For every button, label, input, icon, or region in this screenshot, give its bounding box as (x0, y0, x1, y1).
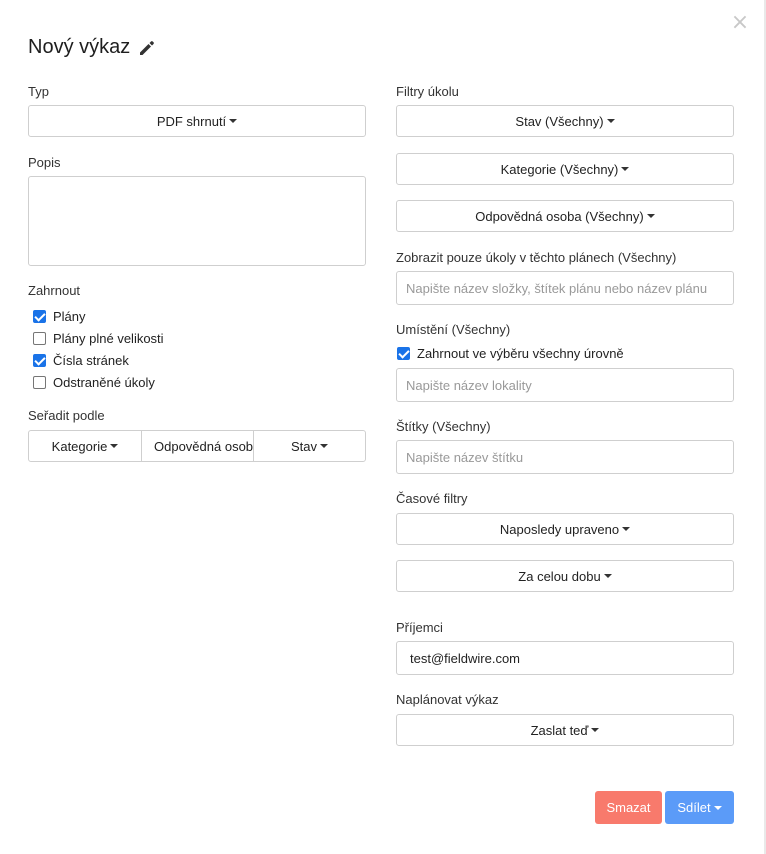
location-input[interactable]: Napište název lokality (396, 368, 734, 402)
task-filters-label: Filtry úkolu (396, 84, 459, 99)
last-modified-dropdown[interactable]: Naposledy upraveno (396, 513, 734, 545)
caret-down-icon (603, 574, 612, 578)
include-option-label: Odstraněné úkoly (53, 375, 155, 390)
category-filter-dropdown[interactable]: Kategorie (Všechny) (396, 153, 734, 185)
include-option-label: Plány (53, 309, 86, 324)
checkbox[interactable] (33, 354, 46, 367)
caret-down-icon (606, 119, 615, 123)
location-checkbox-label: Zahrnout ve výběru všechny úrovně (417, 346, 624, 361)
time-range-value: Za celou dobu (518, 568, 601, 584)
sort-button-label: Stav (290, 438, 317, 454)
checkbox[interactable] (33, 332, 46, 345)
dialog-title: Nový výkaz (28, 36, 131, 58)
share-button[interactable]: Sdílet (665, 791, 734, 824)
location-include-all-levels[interactable]: Zahrnout ve výběru všechny úrovně (397, 346, 624, 361)
close-icon[interactable]: × (730, 12, 750, 34)
sort-status-button[interactable]: Stav (253, 430, 366, 462)
schedule-label: Naplánovat výkaz (396, 692, 499, 707)
schedule-dropdown[interactable]: Zaslat teď (396, 714, 734, 746)
type-dropdown[interactable]: PDF shrnutí (28, 105, 366, 137)
sort-assignee-button[interactable]: Odpovědná osoba (141, 430, 254, 462)
include-label: Zahrnout (28, 283, 81, 298)
caret-down-icon (622, 527, 631, 531)
include-option-deleted-tasks[interactable]: Odstraněné úkoly (33, 375, 155, 390)
last-modified-value: Naposledy upraveno (499, 521, 620, 537)
caret-down-icon (621, 167, 630, 171)
assignee-filter-dropdown[interactable]: Odpovědná osoba (Všechny) (396, 200, 734, 232)
description-label: Popis (28, 155, 61, 170)
checkbox[interactable] (397, 347, 410, 360)
type-dropdown-value: PDF shrnutí (156, 113, 227, 129)
new-report-dialog: × Nový výkaz Typ PDF shrnutí Popis Zahrn… (0, 0, 766, 854)
include-option-label: Plány plné velikosti (53, 331, 164, 346)
tags-label: Štítky (Všechny) (396, 419, 491, 434)
share-button-label: Sdílet (677, 800, 711, 815)
tags-input[interactable]: Napište název štítku (396, 440, 734, 474)
status-filter-dropdown[interactable]: Stav (Všechny) (396, 105, 734, 137)
pencil-icon[interactable] (138, 39, 156, 57)
caret-down-icon (110, 444, 119, 448)
delete-button[interactable]: Smazat (595, 791, 662, 824)
checkbox[interactable] (33, 310, 46, 323)
sort-button-label: Odpovědná osoba (154, 438, 254, 454)
plans-filter-input[interactable]: Napište název složky, štítek plánu nebo … (396, 271, 734, 305)
plans-filter-label: Zobrazit pouze úkoly v těchto plánech (V… (396, 250, 677, 265)
type-label: Typ (28, 84, 49, 99)
caret-down-icon (229, 119, 238, 123)
assignee-filter-value: Odpovědná osoba (Všechny) (475, 208, 644, 224)
sort-category-button[interactable]: Kategorie (28, 430, 142, 462)
delete-button-label: Smazat (606, 800, 651, 815)
caret-down-icon (713, 805, 722, 810)
time-range-dropdown[interactable]: Za celou dobu (396, 560, 734, 592)
category-filter-value: Kategorie (Všechny) (500, 161, 619, 177)
include-option-label: Čísla stránek (53, 353, 129, 368)
status-filter-value: Stav (Všechny) (515, 113, 604, 129)
recipients-label: Příjemci (396, 620, 443, 635)
schedule-value: Zaslat teď (530, 722, 589, 738)
location-label: Umístění (Všechny) (396, 322, 511, 337)
checkbox[interactable] (33, 376, 46, 389)
caret-down-icon (646, 214, 655, 218)
dialog-header: Nový výkaz (28, 36, 156, 59)
description-textarea[interactable] (28, 176, 366, 266)
caret-down-icon (591, 728, 600, 732)
recipients-input[interactable]: test@fieldwire.com (396, 641, 734, 675)
sort-button-label: Kategorie (51, 438, 108, 454)
include-option-full-size-plans[interactable]: Plány plné velikosti (33, 331, 164, 346)
include-option-plans[interactable]: Plány (33, 309, 86, 324)
time-filters-label: Časové filtry (396, 491, 468, 506)
caret-down-icon (320, 444, 328, 448)
sort-label: Seřadit podle (28, 408, 105, 423)
include-option-page-numbers[interactable]: Čísla stránek (33, 353, 129, 368)
